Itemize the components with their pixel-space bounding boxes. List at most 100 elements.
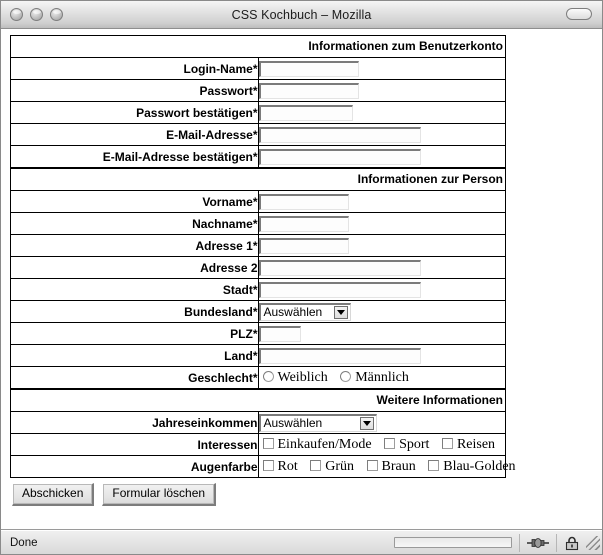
address-1-input[interactable] xyxy=(258,237,349,254)
status-divider xyxy=(556,533,557,552)
country-input[interactable] xyxy=(258,347,421,364)
annual-income-select[interactable]: Auswählen xyxy=(258,413,377,432)
table-row: Stadt* xyxy=(10,278,506,301)
gender-option-male-label: Männlich xyxy=(355,369,409,385)
checkbox-icon[interactable] xyxy=(428,459,440,471)
field-cell xyxy=(257,145,506,168)
eye-color-option-blue-golden[interactable]: Blau-Golden xyxy=(426,459,516,474)
label-address-1: Adresse 1* xyxy=(10,234,259,257)
label-gender: Geschlecht* xyxy=(10,366,259,389)
table-row: Land* xyxy=(10,344,506,367)
email-input[interactable] xyxy=(258,126,421,143)
state-select-value: Auswählen xyxy=(263,305,323,319)
table-row: Augenfarbe Rot Grün Braun Blau-Golden xyxy=(10,455,516,478)
close-button[interactable] xyxy=(10,8,23,21)
table-row: Adresse 2 xyxy=(10,256,506,279)
zoom-button[interactable] xyxy=(50,8,63,21)
password-input[interactable] xyxy=(258,82,359,99)
label-login-name: Login-Name* xyxy=(10,57,259,80)
gender-option-male[interactable]: Männlich xyxy=(338,370,409,385)
title-bar: CSS Kochbuch – Mozilla xyxy=(1,1,602,29)
legend-row: Weitere Informationen xyxy=(10,389,506,412)
window-controls xyxy=(10,8,63,21)
label-password: Passwort* xyxy=(10,79,259,102)
interests-option-shopping[interactable]: Einkaufen/Mode xyxy=(261,437,372,452)
label-address-2: Adresse 2 xyxy=(10,256,259,279)
browser-window: CSS Kochbuch – Mozilla Informationen zum… xyxy=(0,0,603,555)
table-row: Jahreseinkommen Auswählen xyxy=(10,411,506,434)
reset-button[interactable]: Formular löschen xyxy=(102,483,217,506)
table-row: Vorname* xyxy=(10,190,506,213)
label-eye-color: Augenfarbe xyxy=(10,455,259,478)
label-state: Bundesland* xyxy=(10,300,259,323)
field-cell: Auswählen xyxy=(257,300,506,323)
chevron-down-icon xyxy=(359,416,374,430)
progress-bar xyxy=(394,537,512,548)
eye-color-option-green[interactable]: Grün xyxy=(308,459,354,474)
radio-icon[interactable] xyxy=(262,370,274,382)
field-cell: Weiblich Männlich xyxy=(257,366,506,389)
fieldset-person: Informationen zur Person Vorname* Nachna… xyxy=(10,168,506,389)
interests-checkbox-group: Einkaufen/Mode Sport Reisen xyxy=(259,437,503,452)
checkbox-icon[interactable] xyxy=(310,459,322,471)
first-name-input[interactable] xyxy=(258,193,349,210)
table-row: Adresse 1* xyxy=(10,234,506,257)
field-cell xyxy=(257,212,506,235)
label-email-confirm: E-Mail-Adresse bestätigen* xyxy=(10,145,259,168)
address-2-input[interactable] xyxy=(258,259,421,276)
table-row: Passwort bestätigen* xyxy=(10,101,506,124)
login-name-input[interactable] xyxy=(258,60,359,77)
table-row: Interessen Einkaufen/Mode Sport Reisen xyxy=(10,433,506,456)
eye-color-option-red[interactable]: Rot xyxy=(261,459,298,474)
section-legend: Weitere Informationen xyxy=(10,389,506,412)
field-cell xyxy=(257,278,506,301)
interests-option-sport[interactable]: Sport xyxy=(382,437,429,452)
table-row: Geschlecht* Weiblich Männlich xyxy=(10,366,506,389)
annual-income-select-value: Auswählen xyxy=(263,416,323,430)
status-divider xyxy=(519,533,520,552)
eye-color-checkbox-group: Rot Grün Braun Blau-Golden xyxy=(259,459,523,474)
city-input[interactable] xyxy=(258,281,421,298)
last-name-input[interactable] xyxy=(258,215,349,232)
field-cell xyxy=(257,234,506,257)
eye-color-option-red-label: Rot xyxy=(277,458,298,474)
field-cell xyxy=(257,256,506,279)
interests-option-travel[interactable]: Reisen xyxy=(440,437,495,452)
checkbox-icon[interactable] xyxy=(262,459,274,471)
checkbox-icon[interactable] xyxy=(441,437,453,449)
state-select[interactable]: Auswählen xyxy=(258,302,351,321)
field-cell: Auswählen xyxy=(257,411,506,434)
checkbox-icon[interactable] xyxy=(262,437,274,449)
status-bar: Done xyxy=(1,530,602,554)
email-confirm-input[interactable] xyxy=(258,148,421,165)
legend-row: Informationen zur Person xyxy=(10,168,506,191)
fieldset-account: Informationen zum Benutzerkonto Login-Na… xyxy=(10,35,506,168)
field-cell xyxy=(257,322,506,345)
padlock-icon[interactable] xyxy=(564,535,580,551)
gender-option-female[interactable]: Weiblich xyxy=(261,370,328,385)
page-content: Informationen zum Benutzerkonto Login-Na… xyxy=(1,29,602,530)
fieldset-additional: Weitere Informationen Jahreseinkommen Au… xyxy=(10,389,516,478)
checkbox-icon[interactable] xyxy=(366,459,378,471)
status-bar-right xyxy=(394,533,602,552)
minimize-button[interactable] xyxy=(30,8,43,21)
submit-button[interactable]: Abschicken xyxy=(12,483,95,506)
resize-grip-icon[interactable] xyxy=(586,535,600,550)
toolbar-toggle-button[interactable] xyxy=(566,8,592,20)
gender-radio-group: Weiblich Männlich xyxy=(259,370,416,385)
label-email: E-Mail-Adresse* xyxy=(10,123,259,146)
interests-option-travel-label: Reisen xyxy=(456,436,496,452)
label-country: Land* xyxy=(10,344,259,367)
checkbox-icon[interactable] xyxy=(384,437,396,449)
radio-icon[interactable] xyxy=(340,370,352,382)
eye-color-option-brown-label: Braun xyxy=(381,458,416,474)
form-actions: Abschicken Formular löschen xyxy=(12,483,602,506)
field-cell xyxy=(257,79,506,102)
eye-color-option-brown[interactable]: Braun xyxy=(365,459,416,474)
table-row: PLZ* xyxy=(10,322,506,345)
field-cell xyxy=(257,344,506,367)
password-confirm-input[interactable] xyxy=(258,104,353,121)
postal-code-input[interactable] xyxy=(258,325,301,342)
network-plug-icon[interactable] xyxy=(527,536,549,550)
label-postal-code: PLZ* xyxy=(10,322,259,345)
